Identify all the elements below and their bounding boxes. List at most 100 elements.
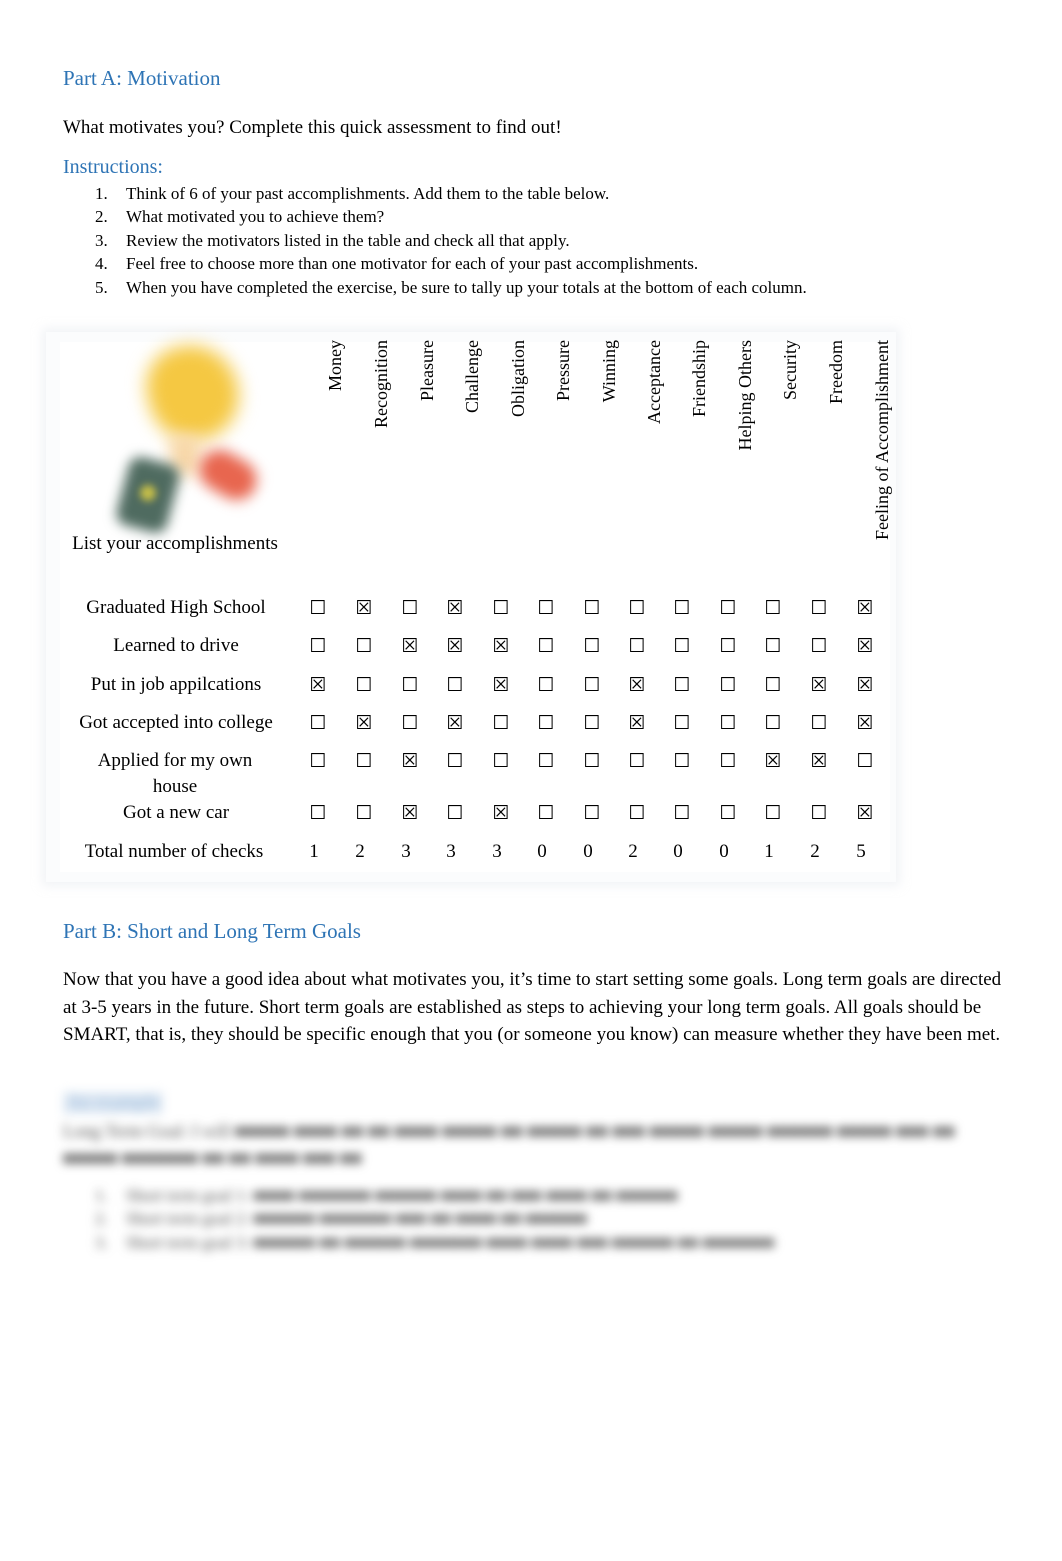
checkbox-unchecked[interactable]: ☐ <box>804 595 834 621</box>
checkbox-unchecked[interactable]: ☐ <box>622 748 652 774</box>
checkbox-unchecked[interactable]: ☐ <box>577 710 607 736</box>
column-total: 1 <box>764 841 774 862</box>
checkbox-unchecked[interactable]: ☐ <box>713 633 743 659</box>
checkbox-unchecked[interactable]: ☐ <box>303 633 333 659</box>
checkbox-checked[interactable]: ☒ <box>440 710 470 736</box>
checkbox-checked[interactable]: ☒ <box>758 748 788 774</box>
example-link[interactable]: An example <box>63 1092 164 1114</box>
checkbox-unchecked[interactable]: ☐ <box>577 672 607 698</box>
checkbox-unchecked[interactable]: ☐ <box>303 800 333 826</box>
checkbox-unchecked[interactable]: ☐ <box>804 800 834 826</box>
checkbox-unchecked[interactable]: ☐ <box>758 710 788 736</box>
checkbox-unchecked[interactable]: ☐ <box>622 633 652 659</box>
checkbox-unchecked[interactable]: ☐ <box>804 633 834 659</box>
checkbox-unchecked[interactable]: ☐ <box>667 710 697 736</box>
checkbox-checked[interactable]: ☒ <box>850 633 880 659</box>
checkbox-unchecked[interactable]: ☐ <box>577 595 607 621</box>
checkbox-unchecked[interactable]: ☐ <box>667 800 697 826</box>
checkbox-unchecked[interactable]: ☐ <box>577 748 607 774</box>
checkbox-unchecked[interactable]: ☐ <box>758 633 788 659</box>
checkbox-unchecked[interactable]: ☐ <box>713 748 743 774</box>
checkbox-unchecked[interactable]: ☐ <box>577 633 607 659</box>
column-header: Money <box>320 340 350 580</box>
checkbox-checked[interactable]: ☒ <box>349 710 379 736</box>
checkbox-checked[interactable]: ☒ <box>804 748 834 774</box>
checkbox-unchecked[interactable]: ☐ <box>395 672 425 698</box>
checkbox-unchecked[interactable]: ☐ <box>667 595 697 621</box>
checkbox-unchecked[interactable]: ☐ <box>713 672 743 698</box>
checkbox-checked[interactable]: ☒ <box>804 672 834 698</box>
checkbox-unchecked[interactable]: ☐ <box>667 748 697 774</box>
checkbox-checked[interactable]: ☒ <box>850 595 880 621</box>
checkbox-unchecked[interactable]: ☐ <box>804 710 834 736</box>
checkbox-unchecked[interactable]: ☐ <box>440 800 470 826</box>
checkbox-checked[interactable]: ☒ <box>440 633 470 659</box>
checkbox-checked[interactable]: ☒ <box>622 710 652 736</box>
checkbox-unchecked[interactable]: ☐ <box>303 710 333 736</box>
item-number: 3. <box>95 1232 108 1252</box>
column-header: Recognition <box>366 340 396 580</box>
checkbox-unchecked[interactable]: ☐ <box>303 595 333 621</box>
checkbox-unchecked[interactable]: ☐ <box>667 672 697 698</box>
checkbox-unchecked[interactable]: ☐ <box>622 800 652 826</box>
checkbox-checked[interactable]: ☒ <box>850 710 880 736</box>
checkbox-unchecked[interactable]: ☐ <box>349 633 379 659</box>
column-header-label: Feeling of Accomplishment <box>872 340 892 540</box>
checkbox-unchecked[interactable]: ☐ <box>850 748 880 774</box>
checkbox-checked[interactable]: ☒ <box>486 800 516 826</box>
instruction-item: 5. When you have completed the exercise, … <box>63 276 807 299</box>
checkbox-unchecked[interactable]: ☐ <box>486 710 516 736</box>
checkbox-unchecked[interactable]: ☐ <box>440 672 470 698</box>
checkbox-unchecked[interactable]: ☐ <box>531 710 561 736</box>
checkbox-unchecked[interactable]: ☐ <box>713 800 743 826</box>
checkbox-unchecked[interactable]: ☐ <box>531 672 561 698</box>
checkbox-checked[interactable]: ☒ <box>349 595 379 621</box>
checkbox-checked[interactable]: ☒ <box>395 748 425 774</box>
checkbox-unchecked[interactable]: ☐ <box>713 710 743 736</box>
column-header: Freedom <box>821 340 851 580</box>
accomplishment-label: Graduated High School <box>86 597 266 618</box>
checkbox-unchecked[interactable]: ☐ <box>303 748 333 774</box>
checkbox-checked[interactable]: ☒ <box>486 672 516 698</box>
column-total: 1 <box>309 841 319 862</box>
checkbox-unchecked[interactable]: ☐ <box>531 800 561 826</box>
column-header: Winning <box>594 340 624 580</box>
checkbox-unchecked[interactable]: ☐ <box>577 800 607 826</box>
checkbox-checked[interactable]: ☒ <box>395 800 425 826</box>
checkbox-unchecked[interactable]: ☐ <box>349 800 379 826</box>
checkbox-checked[interactable]: ☒ <box>850 800 880 826</box>
checkbox-unchecked[interactable]: ☐ <box>758 672 788 698</box>
instructions-list: 1. Think of 6 of your past accomplishment… <box>63 182 807 299</box>
checkbox-unchecked[interactable]: ☐ <box>667 633 697 659</box>
checkbox-unchecked[interactable]: ☐ <box>395 595 425 621</box>
checkbox-unchecked[interactable]: ☐ <box>531 748 561 774</box>
checkbox-unchecked[interactable]: ☐ <box>349 748 379 774</box>
checkbox-unchecked[interactable]: ☐ <box>486 748 516 774</box>
blurred-goal-item: 2. Short term goal 2: ■■■■■■ ■■■■■■■ ■■■ … <box>63 1207 774 1230</box>
column-header: Challenge <box>457 340 487 580</box>
checkbox-unchecked[interactable]: ☐ <box>622 595 652 621</box>
checkbox-unchecked[interactable]: ☐ <box>758 595 788 621</box>
item-number: 2. <box>95 1209 108 1229</box>
column-total: 2 <box>628 841 638 862</box>
checkbox-checked[interactable]: ☒ <box>303 672 333 698</box>
column-header: Helping Others <box>730 340 760 580</box>
checkbox-checked[interactable]: ☒ <box>486 633 516 659</box>
checkbox-unchecked[interactable]: ☐ <box>531 595 561 621</box>
part-b-body: Now that you have a good idea about what… <box>63 969 1002 1045</box>
checkbox-unchecked[interactable]: ☐ <box>758 800 788 826</box>
checkbox-unchecked[interactable]: ☐ <box>440 748 470 774</box>
checkbox-unchecked[interactable]: ☐ <box>349 672 379 698</box>
checkbox-checked[interactable]: ☒ <box>850 672 880 698</box>
blurred-example-text: Long Term Goal: I will ■■■■■ ■■■■ ■■ ■■ … <box>63 1121 955 1168</box>
checkbox-checked[interactable]: ☒ <box>440 595 470 621</box>
column-header-label: Winning <box>599 340 619 403</box>
accomplishment-label: Got accepted into college <box>79 712 273 733</box>
checkbox-unchecked[interactable]: ☐ <box>395 710 425 736</box>
checkbox-unchecked[interactable]: ☐ <box>531 633 561 659</box>
checkbox-unchecked[interactable]: ☐ <box>713 595 743 621</box>
checkbox-unchecked[interactable]: ☐ <box>486 595 516 621</box>
checkbox-checked[interactable]: ☒ <box>395 633 425 659</box>
checkbox-checked[interactable]: ☒ <box>622 672 652 698</box>
column-header: Security <box>775 340 805 580</box>
